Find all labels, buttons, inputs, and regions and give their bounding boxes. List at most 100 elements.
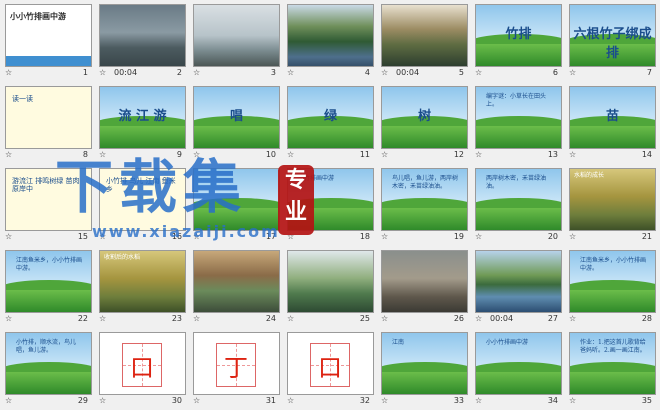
animation-icon[interactable]: ☆	[5, 232, 12, 241]
slide-thumbnail[interactable]: 树 ☆ 12	[378, 84, 472, 164]
animation-icon[interactable]: ☆	[99, 314, 106, 323]
slide-number: 34	[547, 396, 558, 405]
slide-thumbnail[interactable]: ☆ 25	[284, 248, 378, 328]
slide-preview[interactable]: 编字谜：小草长在田头上。	[475, 86, 562, 149]
slide-thumbnail[interactable]: 丁 ☆ 31	[190, 330, 284, 410]
animation-icon[interactable]: ☆	[381, 396, 388, 405]
slide-thumbnail[interactable]: 江南鱼米乡，小小竹排画中游。 ☆ 28	[566, 248, 660, 328]
slide-thumbnail[interactable]: 两岸树木密，禾苗绿油油。 ☆ 20	[472, 166, 566, 246]
slide-preview[interactable]: 六根竹子绑成排	[569, 4, 656, 67]
animation-icon[interactable]: ☆	[475, 396, 482, 405]
slide-preview[interactable]: 树	[381, 86, 468, 149]
slide-thumbnail[interactable]: 收割后的水稻 ☆ 23	[96, 248, 190, 328]
slide-preview[interactable]: 收割后的水稻	[99, 250, 186, 313]
slide-preview[interactable]: 小竹排，顺水流，鸟儿唱，鱼儿游。	[5, 332, 92, 395]
slide-thumbnail[interactable]: ☆ 00:04 2	[96, 2, 190, 82]
slide-thumbnail[interactable]: 苗 ☆ 14	[566, 84, 660, 164]
slide-text: 六根竹子绑成排	[573, 27, 652, 61]
slide-thumbnail[interactable]: ☆ 4	[284, 2, 378, 82]
animation-icon[interactable]: ☆	[5, 314, 12, 323]
slide-thumbnail[interactable]: 江南鱼米乡，小小竹排画中游。 ☆ 22	[2, 248, 96, 328]
slide-thumbnail[interactable]: ☆ 00:04 27	[472, 248, 566, 328]
animation-icon[interactable]: ☆	[5, 68, 12, 77]
slide-thumbnail[interactable]: 小竹排，顺水流，鸟儿唱，鱼儿游。 ☆ 29	[2, 330, 96, 410]
animation-icon[interactable]: ☆	[193, 68, 200, 77]
slide-thumbnail[interactable]: ☆ 24	[190, 248, 284, 328]
slide-preview[interactable]: 口	[287, 332, 374, 395]
slide-number: 30	[171, 396, 182, 405]
slide-title: 小小竹排画中游	[10, 12, 66, 21]
animation-icon[interactable]: ☆	[381, 314, 388, 323]
animation-icon[interactable]: ☆	[475, 150, 482, 159]
slide-preview[interactable]: 两岸树木密，禾苗绿油油。	[475, 168, 562, 231]
slide-text: 小竹排，顺水流，鸟儿唱，鱼儿游。	[16, 339, 77, 354]
animation-icon[interactable]: ☆	[287, 150, 294, 159]
slide-number: 14	[641, 150, 652, 159]
slide-thumbnail[interactable]: ☆ 26	[378, 248, 472, 328]
watermark-url: www.xiazaiji.com	[92, 222, 280, 241]
slide-preview[interactable]: 小小竹排画中游	[475, 332, 562, 395]
slide-thumbnail[interactable]: 口 ☆ 30	[96, 330, 190, 410]
slide-preview[interactable]: 苗	[569, 86, 656, 149]
slide-text: 读一读	[12, 95, 33, 103]
animation-icon[interactable]: ☆	[287, 396, 294, 405]
slide-thumbnail[interactable]: 竹排 ☆ 6	[472, 2, 566, 82]
slide-preview[interactable]: 作业：1.把这首儿歌背给爸妈听。2.画一画江南。	[569, 332, 656, 395]
slide-thumbnail[interactable]: 口 ☆ 32	[284, 330, 378, 410]
slide-preview[interactable]	[193, 250, 280, 313]
animation-icon[interactable]: ☆	[5, 150, 12, 159]
slide-thumbnail[interactable]: 绿 ☆ 11	[284, 84, 378, 164]
slide-preview[interactable]	[193, 4, 280, 67]
animation-icon[interactable]: ☆	[381, 68, 388, 77]
slide-thumbnail[interactable]: 鸟儿唱，鱼儿游，两岸树木密，禾苗绿油油。 ☆ 19	[378, 166, 472, 246]
animation-icon[interactable]: ☆	[193, 396, 200, 405]
animation-icon[interactable]: ☆	[475, 232, 482, 241]
slide-thumbnail[interactable]: ☆ 3	[190, 2, 284, 82]
slide-thumbnail[interactable]: 小小竹排画中游 ☆ 34	[472, 330, 566, 410]
animation-icon[interactable]: ☆	[99, 396, 106, 405]
slide-thumbnail[interactable]: 小小竹排画中游 ☆ 1	[2, 2, 96, 82]
slide-text: 江南	[392, 339, 405, 346]
slide-preview[interactable]: 鸟儿唱，鱼儿游，两岸树木密，禾苗绿油油。	[381, 168, 468, 231]
slide-preview[interactable]	[381, 250, 468, 313]
animation-icon[interactable]: ☆	[287, 68, 294, 77]
slide-thumbnail[interactable]: ☆ 00:04 5	[378, 2, 472, 82]
slide-preview[interactable]: 小小竹排画中游	[5, 4, 92, 67]
slide-number: 11	[359, 150, 370, 159]
animation-icon[interactable]: ☆	[569, 68, 576, 77]
slide-preview[interactable]: 绿	[287, 86, 374, 149]
slide-preview[interactable]	[287, 4, 374, 67]
animation-icon[interactable]: ☆	[193, 314, 200, 323]
slide-preview[interactable]: 口	[99, 332, 186, 395]
animation-icon[interactable]: ☆	[475, 68, 482, 77]
slide-thumbnail[interactable]: 水稻的成长 ☆ 21	[566, 166, 660, 246]
slide-preview[interactable]: 江南	[381, 332, 468, 395]
animation-icon[interactable]: ☆	[569, 396, 576, 405]
slide-timing: 00:04	[114, 68, 138, 77]
slide-preview[interactable]	[287, 250, 374, 313]
slide-thumbnail[interactable]: 作业：1.把这首儿歌背给爸妈听。2.画一画江南。 ☆ 35	[566, 330, 660, 410]
animation-icon[interactable]: ☆	[381, 232, 388, 241]
animation-icon[interactable]: ☆	[569, 314, 576, 323]
slide-thumbnail[interactable]: 编字谜：小草长在田头上。 ☆ 13	[472, 84, 566, 164]
animation-icon[interactable]: ☆	[381, 150, 388, 159]
slide-text: 小小竹排画中游	[486, 339, 529, 346]
slide-preview[interactable]: 水稻的成长	[569, 168, 656, 231]
animation-icon[interactable]: ☆	[287, 314, 294, 323]
slide-preview[interactable]: 丁	[193, 332, 280, 395]
slide-preview[interactable]: 江南鱼米乡，小小竹排画中游。	[569, 250, 656, 313]
slide-preview[interactable]	[99, 4, 186, 67]
slide-thumbnail[interactable]: 江南 ☆ 33	[378, 330, 472, 410]
animation-icon[interactable]: ☆	[569, 150, 576, 159]
slide-preview[interactable]: 竹排	[475, 4, 562, 67]
slide-text: 编字谜：小草长在田头上。	[486, 93, 547, 108]
animation-icon[interactable]: ☆	[5, 396, 12, 405]
slide-preview[interactable]: 江南鱼米乡，小小竹排画中游。	[5, 250, 92, 313]
slide-thumbnail[interactable]: 六根竹子绑成排 ☆ 7	[566, 2, 660, 82]
slide-preview[interactable]	[475, 250, 562, 313]
animation-icon[interactable]: ☆	[569, 232, 576, 241]
slide-preview[interactable]	[381, 4, 468, 67]
slide-number: 5	[458, 68, 464, 77]
animation-icon[interactable]: ☆	[475, 314, 482, 323]
animation-icon[interactable]: ☆	[99, 68, 106, 77]
